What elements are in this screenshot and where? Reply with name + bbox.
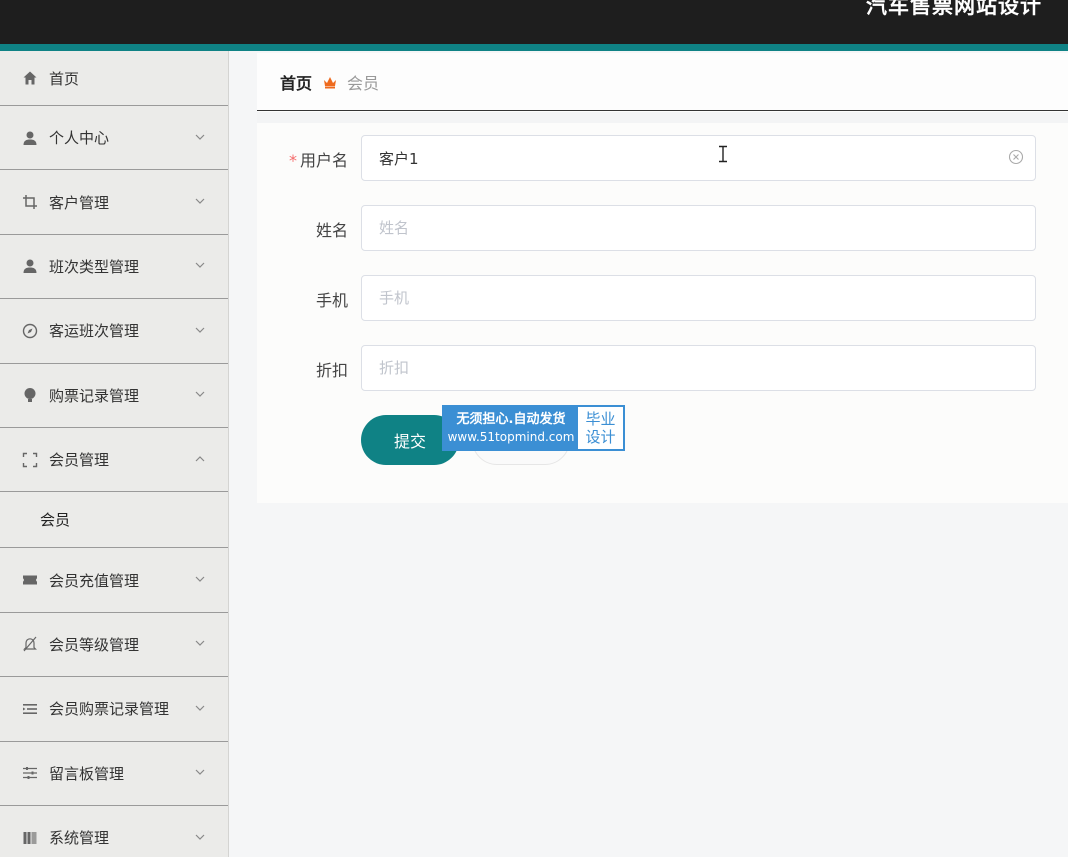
chevron-down-icon xyxy=(194,699,206,711)
breadcrumb-current: 会员 xyxy=(347,73,380,93)
sidebar-item-label: 会员等级管理 xyxy=(49,635,140,654)
sidebar-item-member-management[interactable]: 会员管理 xyxy=(0,428,228,493)
chevron-down-icon xyxy=(194,763,206,776)
phone-label: 手机 xyxy=(315,291,348,310)
username-label: * 用户名 xyxy=(289,147,348,171)
sidebar-item-label: 会员充值管理 xyxy=(49,571,140,590)
section-divider xyxy=(257,112,1068,123)
sidebar-item-label: 个人中心 xyxy=(49,129,110,148)
chevron-down-icon xyxy=(194,385,206,398)
sidebar-item-personal-center[interactable]: 个人中心 xyxy=(0,106,228,171)
sidebar-item-label: 客运班次管理 xyxy=(49,322,140,341)
sidebar-item-bus-shift-management[interactable]: 客运班次管理 xyxy=(0,299,228,364)
required-mark: * xyxy=(288,151,297,170)
sidebar-item-label: 留言板管理 xyxy=(49,764,125,783)
watermark-text: 设计 xyxy=(585,428,616,446)
chevron-down-icon xyxy=(194,570,206,582)
list-icon xyxy=(21,700,39,718)
sidebar-item-ticket-record-management[interactable]: 购票记录管理 xyxy=(0,364,228,428)
chevron-down-icon xyxy=(194,128,206,140)
sidebar-item-shift-type-management[interactable]: 班次类型管理 xyxy=(0,235,228,300)
breadcrumb: 首页 会员 xyxy=(257,53,1068,111)
sidebar-item-member-ticket-record-management[interactable]: 会员购票记录管理 xyxy=(0,677,228,742)
text-cursor-icon xyxy=(717,145,729,163)
sidebar: 首页 个人中心 客户管理 班次类型管理 客运班次管理 购票记录管理 会员管理 会… xyxy=(0,51,229,857)
app-title: 汽车售票网站设计 xyxy=(866,0,1042,18)
chevron-up-icon xyxy=(194,450,206,462)
sidebar-subitem-member[interactable]: 会员 xyxy=(0,492,228,549)
name-input[interactable] xyxy=(361,205,1036,251)
sidebar-item-label: 系统管理 xyxy=(49,829,110,848)
top-bar: 汽车售票网站设计 xyxy=(0,0,1068,44)
watermark-right: 毕业 设计 xyxy=(578,407,623,449)
user-icon xyxy=(21,257,39,275)
user-icon xyxy=(21,129,39,147)
compass-icon xyxy=(21,322,39,340)
discount-input[interactable] xyxy=(361,345,1036,391)
book-icon xyxy=(21,829,39,847)
home-icon xyxy=(21,69,39,87)
watermark-text: 无须担心.自动发货 xyxy=(456,412,566,427)
name-label: 姓名 xyxy=(315,221,348,240)
sidebar-item-member-level-management[interactable]: 会员等级管理 xyxy=(0,613,228,678)
sidebar-item-label: 班次类型管理 xyxy=(49,257,140,276)
bulb-icon xyxy=(21,386,39,404)
bell-off-icon xyxy=(21,635,39,653)
sliders-icon xyxy=(21,764,39,782)
username-label-text: 用户名 xyxy=(299,151,348,170)
sidebar-subitem-label: 会员 xyxy=(40,511,71,530)
username-input[interactable] xyxy=(361,135,1036,181)
breadcrumb-home[interactable]: 首页 xyxy=(280,70,312,94)
form-row-name: 姓名 xyxy=(257,205,1068,251)
sidebar-item-label: 会员购票记录管理 xyxy=(49,700,170,719)
sidebar-item-home[interactable]: 首页 xyxy=(0,51,228,106)
watermark-text: 毕业 xyxy=(585,410,616,428)
sidebar-item-label: 客户管理 xyxy=(49,193,110,212)
chevron-down-icon xyxy=(194,634,206,647)
watermark-left: 无须担心.自动发货 www.51topmind.com xyxy=(444,407,578,449)
form-row-phone: 手机 xyxy=(257,275,1068,321)
form-row-discount: 折扣 xyxy=(257,345,1068,391)
sidebar-item-message-board-management[interactable]: 留言板管理 xyxy=(0,742,228,806)
sidebar-item-label: 购票记录管理 xyxy=(49,386,140,405)
chevron-down-icon xyxy=(194,828,206,840)
ticket-icon xyxy=(21,571,39,589)
phone-input[interactable] xyxy=(361,275,1036,321)
chevron-down-icon xyxy=(194,256,206,269)
crown-icon xyxy=(323,75,337,89)
watermark-url: www.51topmind.com xyxy=(447,430,575,444)
sidebar-item-label: 会员管理 xyxy=(49,451,110,470)
fullscreen-icon xyxy=(21,451,39,469)
crop-icon xyxy=(21,193,39,211)
discount-label: 折扣 xyxy=(315,361,348,380)
top-bar-accent-stripe xyxy=(0,44,1068,51)
sidebar-item-system-management[interactable]: 系统管理 xyxy=(0,806,228,857)
sidebar-item-member-recharge-management[interactable]: 会员充值管理 xyxy=(0,548,228,613)
sidebar-item-label: 首页 xyxy=(49,69,80,88)
chevron-down-icon xyxy=(194,192,206,204)
sidebar-item-customer-management[interactable]: 客户管理 xyxy=(0,170,228,235)
form-row-username: * 用户名 xyxy=(257,135,1068,181)
chevron-down-icon xyxy=(194,321,206,333)
clear-icon[interactable] xyxy=(1007,148,1025,166)
watermark-overlay: 无须担心.自动发货 www.51topmind.com 毕业 设计 xyxy=(442,405,625,451)
